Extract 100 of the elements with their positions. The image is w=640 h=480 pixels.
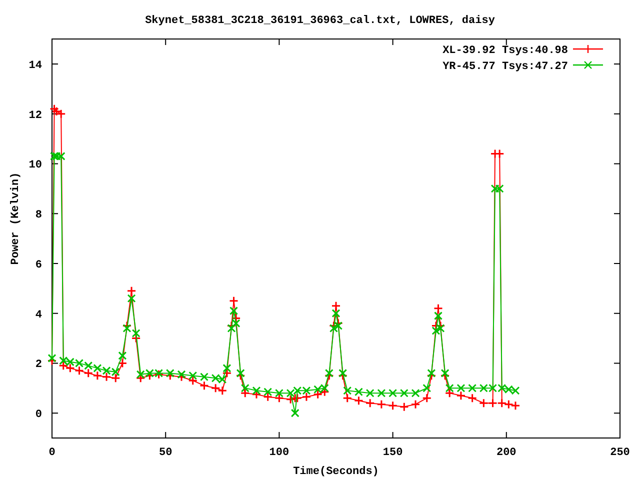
data-point [511, 386, 520, 395]
tick-label: 100 [269, 447, 290, 459]
data-point [102, 372, 112, 382]
data-point [136, 373, 146, 383]
data-point [188, 376, 198, 386]
data-point [218, 375, 227, 384]
data-point [324, 368, 334, 378]
legend-label: YR-45.77 Tsys:47.27 [442, 61, 568, 73]
data-point [231, 314, 241, 324]
data-point [264, 388, 272, 396]
data-point [177, 370, 186, 379]
data-point [131, 334, 141, 343]
data-point [102, 366, 111, 375]
data-point [65, 363, 75, 373]
data-point [365, 398, 375, 408]
data-point [313, 390, 323, 400]
data-point [331, 301, 341, 311]
data-point [376, 400, 386, 410]
data-point [145, 368, 154, 378]
data-point [343, 386, 352, 395]
data-point [52, 106, 62, 116]
data-point [293, 386, 302, 395]
data-point [188, 371, 198, 380]
data-point [440, 368, 450, 378]
data-point [488, 398, 498, 408]
data-point [444, 388, 454, 398]
data-point [377, 388, 386, 398]
data-point [342, 393, 352, 403]
data-point [274, 388, 284, 398]
data-point [252, 390, 262, 400]
data-point [490, 184, 500, 193]
tick-label: 8 [35, 210, 42, 222]
data-point [56, 152, 66, 160]
data-point [332, 309, 340, 318]
data-point [92, 370, 102, 380]
data-point [388, 400, 398, 410]
legend-line [572, 44, 604, 54]
data-point [400, 388, 408, 398]
tick-label: 250 [610, 447, 630, 459]
data-point [240, 384, 250, 392]
data-point [252, 386, 261, 395]
data-point [222, 368, 232, 378]
data-point [410, 400, 420, 410]
data-point [110, 373, 120, 383]
data-point [111, 368, 120, 376]
data-point [497, 398, 507, 408]
data-point [274, 393, 284, 403]
data-point [199, 380, 209, 390]
data-point [302, 386, 311, 395]
data-point [510, 400, 520, 410]
tick-label: 0 [48, 447, 56, 459]
axis-label: Power (Kelvin) [10, 172, 22, 265]
data-point [93, 364, 102, 372]
data-point [286, 394, 296, 404]
data-point [354, 396, 364, 406]
tick-label: 200 [496, 447, 516, 459]
data-point [286, 388, 295, 398]
data-point [488, 384, 498, 392]
tick-label: 4 [35, 309, 42, 322]
data-point [436, 324, 445, 333]
data-point [84, 361, 93, 370]
data-point [456, 390, 466, 400]
data-point [127, 294, 136, 303]
data-point [50, 104, 60, 114]
data-point [144, 370, 154, 380]
data-point [229, 296, 238, 306]
data-point [479, 384, 488, 392]
data-point [504, 400, 514, 410]
data-point [302, 392, 312, 402]
data-point [58, 360, 68, 370]
tick-label: 2 [35, 359, 42, 372]
data-point [388, 388, 398, 398]
data-point [292, 393, 302, 403]
data-point [422, 384, 432, 392]
data-point [320, 384, 329, 392]
data-point [366, 388, 374, 398]
data-point [456, 384, 466, 392]
data-point [136, 370, 145, 379]
data-point [290, 408, 300, 418]
data-point [52, 152, 61, 160]
data-point [210, 383, 220, 393]
data-point [211, 374, 220, 382]
data-point [338, 368, 348, 378]
data-point [427, 368, 436, 378]
data-point [240, 388, 250, 398]
data-point [495, 184, 504, 193]
data-point [84, 368, 94, 378]
tick-label: 0 [35, 409, 42, 422]
data-point [166, 368, 174, 378]
data-point [478, 398, 488, 408]
data-point [498, 384, 506, 392]
tick-label: 10 [28, 160, 42, 172]
data-point [118, 351, 127, 360]
data-point [432, 326, 440, 336]
data-point [132, 329, 140, 338]
data-point [434, 312, 442, 320]
data-point [118, 358, 128, 368]
data-point [334, 322, 343, 330]
data-point [200, 372, 208, 382]
chart-title: Skynet_58381_3C218_36191_36963_cal.txt, LOWRES, daisy [145, 15, 495, 27]
